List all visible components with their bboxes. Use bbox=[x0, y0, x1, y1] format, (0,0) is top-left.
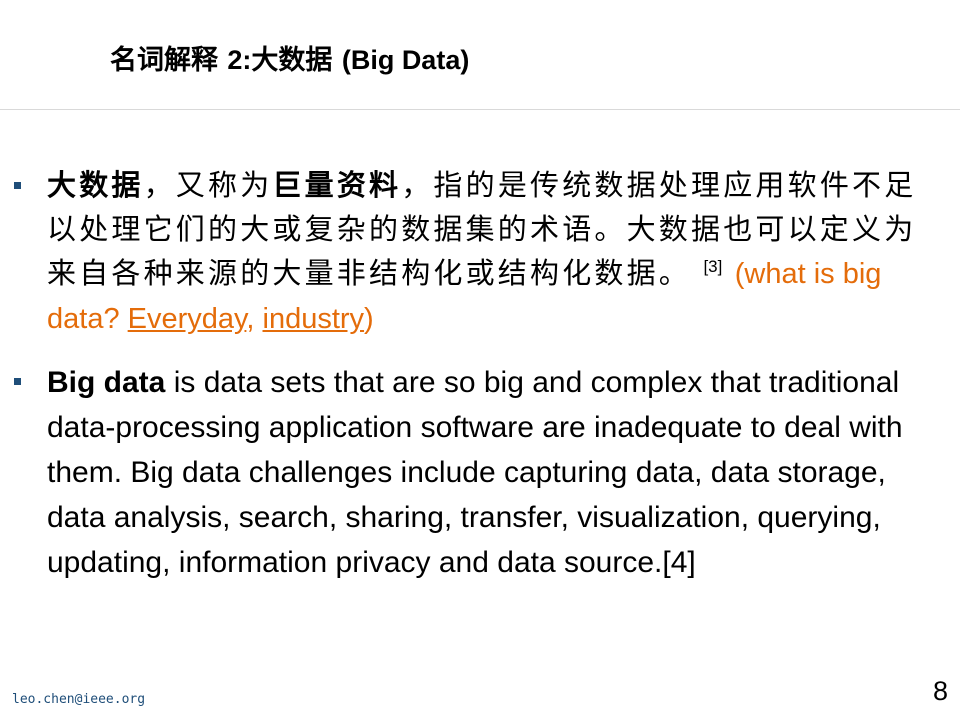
slide-title: 名词解释 2:大数据 (Big Data) bbox=[110, 38, 469, 77]
bullet-text-chinese: 大数据，又称为巨量资料，指的是传统数据处理应用软件不足以处理它们的大或复杂的数据… bbox=[47, 163, 927, 341]
title-divider bbox=[0, 109, 960, 110]
text-segment: ，又称为 bbox=[143, 168, 273, 202]
bullet-text-english: Big data is data sets that are so big an… bbox=[47, 360, 927, 585]
title-cn: 名词解释 bbox=[110, 45, 218, 76]
term-huge-data-cn: 巨量资料 bbox=[272, 168, 402, 202]
bullet-marker-2 bbox=[14, 378, 21, 385]
text-segment: is data sets that are so big and complex… bbox=[47, 366, 903, 579]
reference-3: [3] bbox=[703, 257, 723, 276]
term-big-data-cn: 大数据 bbox=[47, 168, 144, 202]
title-en: (Big Data) bbox=[341, 45, 470, 75]
industry-link[interactable]: industry bbox=[263, 303, 365, 335]
page-number: 8 bbox=[932, 676, 948, 706]
term-big-data-en: Big data bbox=[47, 366, 166, 399]
title-cn-2: 大数据 bbox=[251, 45, 333, 76]
everyday-link[interactable]: Everyday bbox=[128, 303, 247, 335]
title-number: 2: bbox=[227, 45, 252, 75]
bullet-marker-1 bbox=[14, 182, 21, 189]
comma: , bbox=[246, 303, 263, 335]
paren-close: ) bbox=[364, 303, 374, 335]
footer-email: leo.chen@ieee.org bbox=[12, 692, 146, 707]
